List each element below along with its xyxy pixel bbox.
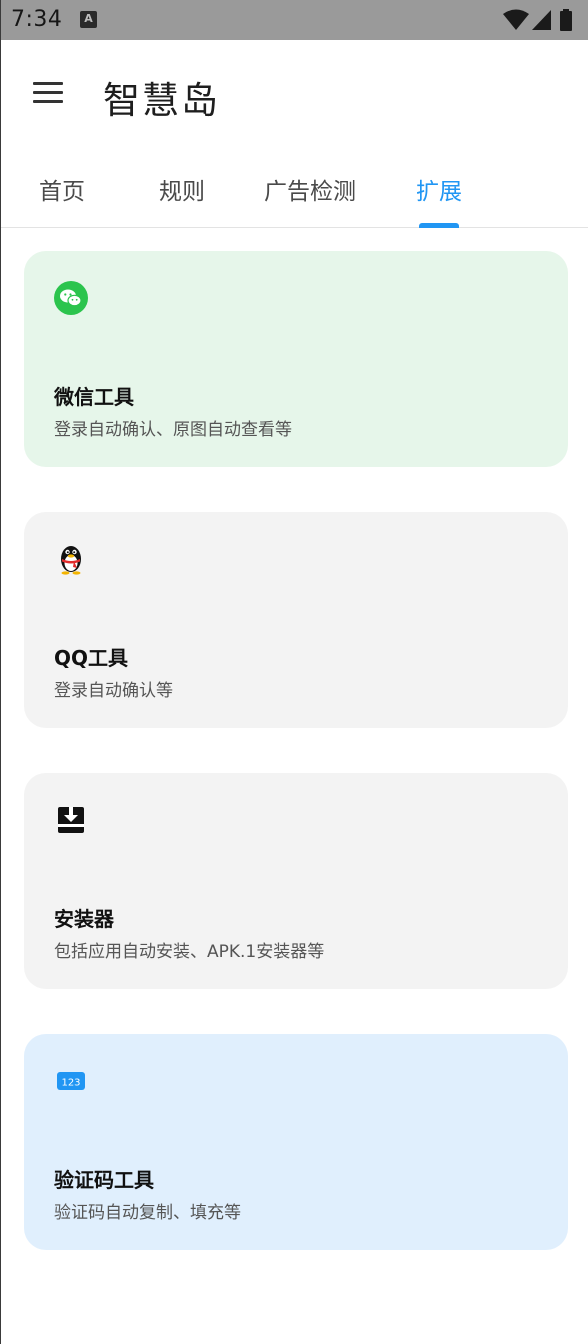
tab-bar: 首页 规则 广告检测 扩展	[1, 152, 588, 228]
card-description: 包括应用自动安装、APK.1安装器等	[54, 942, 325, 962]
app-screen: 7:34 A 智慧岛 首页 规则 广告检测 扩展 微信工具 登录自动确认、原图自…	[0, 0, 588, 1344]
installer-download-icon	[58, 807, 84, 833]
installer-card[interactable]: 安装器 包括应用自动安装、APK.1安装器等	[24, 773, 568, 989]
card-description: 验证码自动复制、填充等	[54, 1203, 241, 1223]
card-title: 安装器	[54, 907, 114, 931]
verification-code-icon: 123	[57, 1072, 85, 1090]
qq-penguin-icon	[61, 546, 81, 575]
card-description: 登录自动确认等	[54, 681, 173, 701]
verification-code-icon-text: 123	[61, 1078, 80, 1089]
wechat-tools-card[interactable]: 微信工具 登录自动确认、原图自动查看等	[24, 251, 568, 467]
card-title: 验证码工具	[54, 1168, 154, 1192]
status-icons	[503, 9, 575, 31]
tab-home[interactable]: 首页	[39, 172, 85, 206]
app-title: 智慧岛	[103, 79, 220, 122]
menu-icon[interactable]	[29, 76, 69, 116]
battery-icon	[560, 9, 572, 31]
tab-ad-detection[interactable]: 广告检测	[264, 172, 356, 206]
tab-rules[interactable]: 规则	[159, 172, 205, 206]
tab-extensions[interactable]: 扩展	[416, 172, 462, 206]
app-bar: 智慧岛	[1, 40, 588, 152]
status-time: 7:34	[11, 7, 63, 32]
status-bar: 7:34 A	[1, 0, 588, 40]
tab-indicator	[419, 223, 459, 228]
card-description: 登录自动确认、原图自动查看等	[54, 420, 292, 440]
cell-signal-icon	[532, 10, 551, 30]
card-title: QQ工具	[54, 646, 129, 670]
qq-tools-card[interactable]: QQ工具 登录自动确认等	[24, 512, 568, 728]
notification-icon: A	[80, 11, 97, 28]
verification-code-card[interactable]: 123 验证码工具 验证码自动复制、填充等	[24, 1034, 568, 1250]
wechat-icon	[54, 281, 88, 315]
card-title: 微信工具	[54, 385, 134, 409]
wifi-icon	[503, 9, 529, 30]
